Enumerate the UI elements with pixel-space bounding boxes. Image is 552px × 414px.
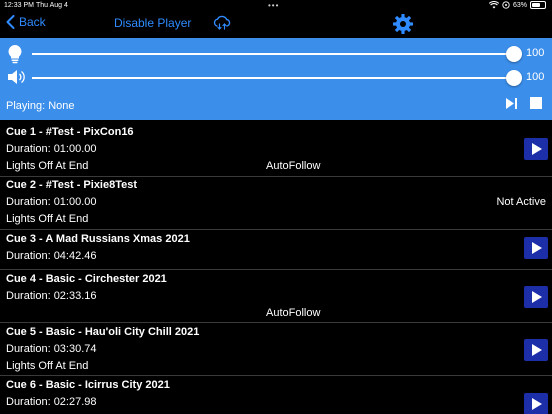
cue-duration: Duration: 02:27.98	[6, 396, 97, 408]
status-bar: 12:33 PM Thu Aug 4 ••• 63%	[0, 0, 552, 12]
cue-lights-off-label: Lights Off At End	[6, 160, 89, 172]
cue-play-button[interactable]	[524, 286, 548, 308]
play-icon	[532, 398, 542, 410]
navigation-bar: Back Disable Player	[0, 12, 552, 38]
play-next-icon[interactable]	[505, 97, 518, 115]
cue-duration: Duration: 03:30.74	[6, 343, 97, 355]
wifi-icon	[488, 1, 499, 9]
cue-duration: Duration: 01:00.00	[6, 143, 97, 155]
volume-slider-track[interactable]	[32, 77, 514, 79]
cue-row[interactable]: Cue 5 - Basic - Hau'oli City Chill 2021 D…	[0, 323, 552, 376]
cue-duration: Duration: 04:42.46	[6, 250, 97, 262]
status-right: 63%	[488, 1, 546, 9]
cue-title: Cue 4 - Basic - Circhester 2021	[6, 273, 167, 285]
cue-autofollow-label: AutoFollow	[266, 160, 321, 172]
cue-autofollow-label: AutoFollow	[266, 307, 321, 319]
cue-title: Cue 1 - #Test - PixCon16	[6, 126, 134, 138]
cue-title: Cue 2 - #Test - Pixie8Test	[6, 179, 138, 191]
multitasking-dots-icon[interactable]: •••	[268, 1, 279, 10]
cue-duration: Duration: 01:00.00	[6, 196, 97, 208]
cue-row[interactable]: Cue 6 - Basic - Icirrus City 2021 Duratio…	[0, 376, 552, 414]
gear-icon[interactable]	[392, 13, 414, 40]
cue-row[interactable]: Cue 1 - #Test - PixCon16 Duration: 01:00.…	[0, 120, 552, 177]
player-controls: 100 100 Playing: None	[0, 38, 552, 120]
cue-play-button[interactable]	[524, 138, 548, 160]
play-icon	[532, 143, 542, 155]
cue-title: Cue 6 - Basic - Icirrus City 2021	[6, 379, 170, 391]
cue-row[interactable]: Cue 3 - A Mad Russians Xmas 2021 Duration…	[0, 230, 552, 270]
cue-title: Cue 5 - Basic - Hau'oli City Chill 2021	[6, 326, 200, 338]
now-playing-label: Playing: None	[6, 100, 75, 112]
cue-duration: Duration: 02:33.16	[6, 290, 97, 302]
play-icon	[532, 242, 542, 254]
cue-title: Cue 3 - A Mad Russians Xmas 2021	[6, 233, 190, 245]
battery-fill	[532, 3, 540, 7]
status-time: 12:33 PM	[4, 2, 34, 9]
volume-slider-row: 100	[0, 66, 552, 90]
location-icon	[502, 1, 510, 9]
cue-row[interactable]: Cue 4 - Basic - Circhester 2021 Duration:…	[0, 270, 552, 323]
cue-row[interactable]: Cue 2 - #Test - Pixie8Test Duration: 01:0…	[0, 177, 552, 230]
brightness-slider-track[interactable]	[32, 53, 514, 55]
volume-value: 100	[526, 71, 545, 83]
cloud-sync-icon[interactable]	[212, 14, 232, 37]
speaker-icon	[6, 68, 26, 91]
brightness-slider-row: 100	[0, 42, 552, 66]
battery-percent: 63%	[512, 1, 527, 9]
chevron-left-icon	[6, 15, 15, 29]
cue-lights-off-label: Lights Off At End	[6, 213, 89, 225]
play-icon	[532, 344, 542, 356]
cue-play-button[interactable]	[524, 393, 548, 414]
back-button[interactable]: Back	[6, 15, 46, 29]
cue-play-button[interactable]	[524, 237, 548, 259]
cue-play-button[interactable]	[524, 339, 548, 361]
cue-list: Cue 1 - #Test - PixCon16 Duration: 01:00.…	[0, 120, 552, 414]
brightness-value: 100	[526, 47, 545, 59]
status-date: Thu Aug 4	[36, 2, 68, 9]
stop-icon[interactable]	[530, 97, 542, 109]
back-label: Back	[19, 15, 46, 29]
play-icon	[532, 291, 542, 303]
battery-icon	[530, 1, 546, 9]
cue-lights-off-label: Lights Off At End	[6, 360, 89, 372]
brightness-slider-thumb[interactable]	[506, 46, 522, 62]
volume-slider-thumb[interactable]	[506, 70, 522, 86]
disable-player-button[interactable]: Disable Player	[114, 16, 191, 30]
cue-status-label: Not Active	[496, 196, 546, 208]
